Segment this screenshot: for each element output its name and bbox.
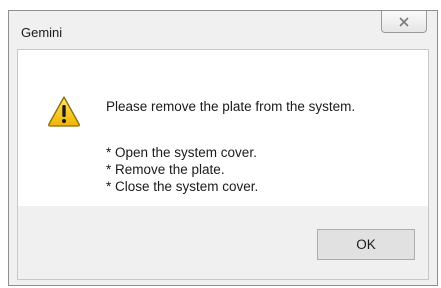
instruction-step: * Close the system cover. (106, 179, 259, 194)
ok-button[interactable]: OK (317, 229, 415, 260)
button-bar: OK (17, 206, 429, 280)
instruction-step: * Remove the plate. (106, 162, 225, 177)
instruction-list: * Open the system cover. * Remove the pl… (106, 144, 258, 195)
title-bar[interactable]: Gemini (9, 11, 437, 49)
window-title: Gemini (21, 25, 63, 40)
dialog-message: Please remove the plate from the system. (106, 99, 356, 114)
message-area: Please remove the plate from the system.… (17, 49, 429, 206)
message-dialog-window: Gemini Please remove the plate from the … (8, 10, 438, 286)
close-button[interactable] (381, 11, 427, 33)
close-x-icon (399, 16, 409, 27)
instruction-step: * Open the system cover. (106, 145, 257, 160)
warning-icon (48, 96, 80, 127)
